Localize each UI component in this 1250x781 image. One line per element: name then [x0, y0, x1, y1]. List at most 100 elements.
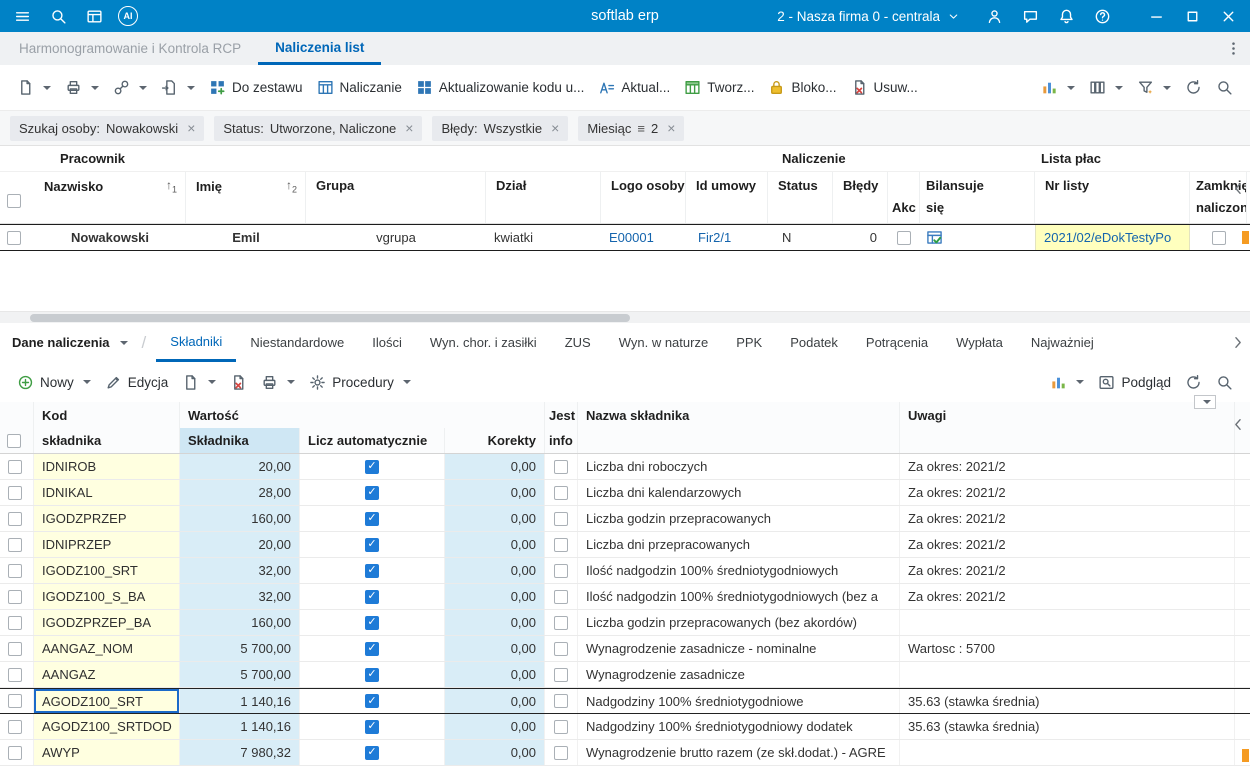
- company-selector[interactable]: 2 - Nasza firma 0 - centrala: [767, 9, 970, 24]
- employee-logo-osoby[interactable]: E00001: [601, 225, 686, 250]
- aktualizowanie-kodu-button[interactable]: Aktualizowanie kodu u...: [409, 73, 592, 102]
- component-korekty-cell[interactable]: 0,00: [445, 689, 545, 713]
- help-icon[interactable]: [1084, 0, 1120, 32]
- remove-filter-icon[interactable]: ×: [405, 121, 413, 135]
- section-tab-najważniej[interactable]: Najważniej: [1017, 323, 1108, 362]
- section-tab-wyn-chor-i-zasiłki[interactable]: Wyn. chor. i zasiłki: [416, 323, 551, 362]
- component-code-cell[interactable]: IDNIPRZEP: [34, 532, 180, 557]
- chat-icon[interactable]: [1012, 0, 1048, 32]
- jest-info-checkbox[interactable]: [545, 506, 578, 531]
- licz-automatycznie-checkbox[interactable]: ✓: [300, 689, 445, 713]
- column-akc[interactable]: Akc: [888, 172, 920, 223]
- row-select-checkbox[interactable]: [0, 558, 34, 583]
- column-wartosc-skladnika[interactable]: Składnika: [180, 428, 300, 453]
- row-select-checkbox[interactable]: [0, 636, 34, 661]
- row-select-checkbox[interactable]: [0, 480, 34, 505]
- jest-info-checkbox[interactable]: [545, 689, 578, 713]
- filter-chip-month[interactable]: Miesiąc ≡ 2 ×: [578, 116, 684, 141]
- component-value-cell[interactable]: 7 980,32: [180, 740, 300, 765]
- user-icon[interactable]: [976, 0, 1012, 32]
- maximize-window-icon[interactable]: [1174, 0, 1210, 32]
- licz-automatycznie-checkbox[interactable]: ✓: [300, 584, 445, 609]
- component-code-cell[interactable]: AGODZ100_SRTDOD: [34, 714, 180, 739]
- component-korekty-cell[interactable]: 0,00: [445, 454, 545, 479]
- component-korekty-cell[interactable]: 0,00: [445, 506, 545, 531]
- jest-info-checkbox[interactable]: [545, 714, 578, 739]
- component-value-cell[interactable]: 20,00: [180, 454, 300, 479]
- column-nr-listy[interactable]: Nr listy: [1035, 172, 1190, 223]
- column-imie[interactable]: Imię↑2: [186, 172, 306, 223]
- tworz-button[interactable]: Tworz...: [677, 73, 761, 102]
- minimize-window-icon[interactable]: [1138, 0, 1174, 32]
- export-button[interactable]: [154, 73, 202, 102]
- licz-automatycznie-checkbox[interactable]: ✓: [300, 610, 445, 635]
- row-select-checkbox[interactable]: [0, 506, 34, 531]
- filter-chip-errors[interactable]: Błędy: Wszystkie ×: [432, 116, 568, 141]
- column-kod-skladnika[interactable]: Kod: [34, 402, 180, 428]
- jest-info-checkbox[interactable]: [545, 740, 578, 765]
- component-value-cell[interactable]: 160,00: [180, 610, 300, 635]
- row-select-checkbox[interactable]: [0, 584, 34, 609]
- component-code-cell[interactable]: AGODZ100_SRT: [34, 689, 180, 713]
- section-tab-niestandardowe[interactable]: Niestandardowe: [236, 323, 358, 362]
- tab-harmonogramowanie[interactable]: Harmonogramowanie i Kontrola RCP: [2, 32, 258, 65]
- employee-row[interactable]: Nowakowski Emil vgrupa kwiatki E00001 Fi…: [0, 224, 1250, 251]
- chart-view-button[interactable]: [1034, 73, 1082, 102]
- column-jest-info[interactable]: Jest: [545, 402, 578, 428]
- component-row[interactable]: IGODZ100_SRT32,00✓0,00Ilość nadgodzin 10…: [0, 558, 1250, 584]
- print-button[interactable]: [58, 73, 106, 102]
- dane-naliczenia-selector[interactable]: Dane naliczenia: [12, 323, 128, 362]
- delete-row-button[interactable]: [223, 368, 254, 397]
- row-select-checkbox[interactable]: [7, 231, 21, 245]
- print-components-button[interactable]: [254, 368, 302, 397]
- component-value-cell[interactable]: 5 700,00: [180, 636, 300, 661]
- row-select-checkbox[interactable]: [0, 532, 34, 557]
- jest-info-checkbox[interactable]: [545, 662, 578, 687]
- component-korekty-cell[interactable]: 0,00: [445, 636, 545, 661]
- link-button[interactable]: [106, 73, 154, 102]
- select-all-checkbox[interactable]: [7, 194, 21, 208]
- employee-zamknieta-checkbox[interactable]: [1190, 225, 1247, 250]
- search-button[interactable]: [1209, 73, 1240, 102]
- column-bilansuje-sie[interactable]: Bilansujesię: [920, 172, 1035, 223]
- component-code-cell[interactable]: IGODZPRZEP: [34, 506, 180, 531]
- component-code-cell[interactable]: AANGAZ_NOM: [34, 636, 180, 661]
- licz-automatycznie-checkbox[interactable]: ✓: [300, 532, 445, 557]
- section-tab-wyn-w-naturze[interactable]: Wyn. w naturze: [605, 323, 722, 362]
- licz-automatycznie-checkbox[interactable]: ✓: [300, 740, 445, 765]
- select-all-checkbox[interactable]: [7, 434, 21, 448]
- section-tab-ppk[interactable]: PPK: [722, 323, 776, 362]
- close-window-icon[interactable]: [1210, 0, 1246, 32]
- licz-automatycznie-checkbox[interactable]: ✓: [300, 662, 445, 687]
- component-code-cell[interactable]: IGODZ100_S_BA: [34, 584, 180, 609]
- collapse-right-panel-icon[interactable]: [1230, 180, 1247, 197]
- column-logo-osoby[interactable]: Logo osoby: [601, 172, 686, 223]
- horizontal-scrollbar[interactable]: [0, 311, 1250, 323]
- component-code-cell[interactable]: IGODZ100_SRT: [34, 558, 180, 583]
- component-korekty-cell[interactable]: 0,00: [445, 610, 545, 635]
- podglad-button[interactable]: Podgląd: [1091, 368, 1178, 397]
- section-tab-ilości[interactable]: Ilości: [358, 323, 416, 362]
- component-korekty-cell[interactable]: 0,00: [445, 558, 545, 583]
- column-uwagi[interactable]: Uwagi: [900, 402, 1235, 428]
- component-row[interactable]: IDNIPRZEP20,00✓0,00Liczba dni przepracow…: [0, 532, 1250, 558]
- scroll-down-button[interactable]: [1194, 395, 1216, 409]
- component-value-cell[interactable]: 20,00: [180, 532, 300, 557]
- component-code-cell[interactable]: AWYP: [34, 740, 180, 765]
- tab-naliczenia-list[interactable]: Naliczenia list: [258, 32, 381, 65]
- refresh-button[interactable]: [1178, 73, 1209, 102]
- component-code-cell[interactable]: IDNIROB: [34, 454, 180, 479]
- section-tab-wypłata[interactable]: Wypłata: [942, 323, 1017, 362]
- remove-filter-icon[interactable]: ×: [187, 121, 195, 135]
- jest-info-checkbox[interactable]: [545, 558, 578, 583]
- jest-info-checkbox[interactable]: [545, 532, 578, 557]
- scrollbar-thumb[interactable]: [30, 314, 630, 322]
- component-value-cell[interactable]: 1 140,16: [180, 689, 300, 713]
- remove-filter-icon[interactable]: ×: [667, 121, 675, 135]
- row-select-checkbox[interactable]: [0, 662, 34, 687]
- row-select-checkbox[interactable]: [0, 454, 34, 479]
- row-select-checkbox[interactable]: [0, 689, 34, 713]
- component-row[interactable]: AANGAZ_NOM5 700,00✓0,00Wynagrodzenie zas…: [0, 636, 1250, 662]
- jest-info-checkbox[interactable]: [545, 480, 578, 505]
- component-value-cell[interactable]: 1 140,16: [180, 714, 300, 739]
